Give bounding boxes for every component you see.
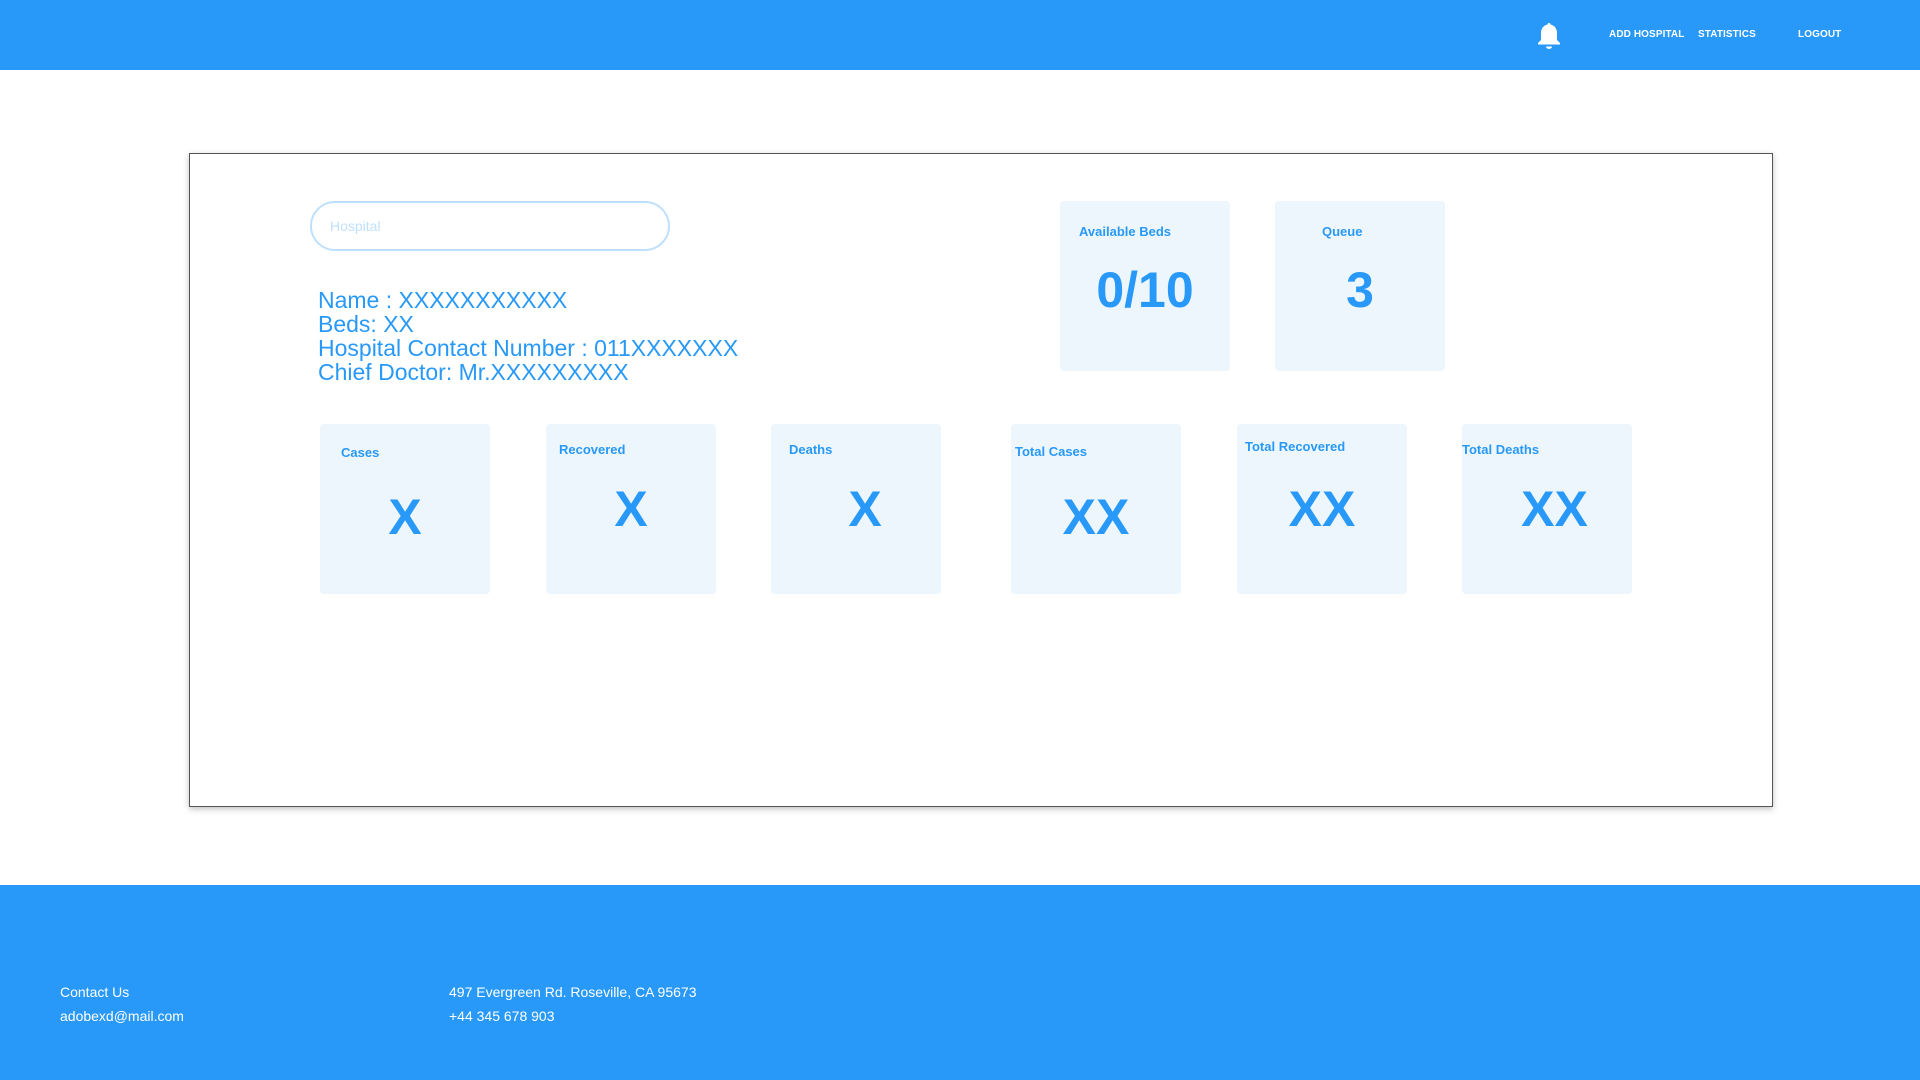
stat-card-recovered: Recovered X (546, 424, 716, 594)
available-beds-card: Available Beds 0/10 (1060, 201, 1230, 371)
stat-value: X (388, 489, 422, 545)
queue-card: Queue 3 (1275, 201, 1445, 371)
nav-logout[interactable]: LOGOUT (1798, 29, 1841, 40)
stat-label: Cases (341, 445, 380, 460)
stat-label: Recovered (559, 442, 626, 457)
available-beds-value: 0/10 (1096, 262, 1194, 318)
nav-statistics[interactable]: STATISTICS (1698, 29, 1756, 40)
contact-phone: +44 345 678 903 (449, 1008, 555, 1024)
hospital-search-input[interactable] (310, 201, 670, 251)
hospital-beds: Beds: XX (318, 311, 414, 337)
stat-value: XX (1062, 489, 1130, 545)
contact-us-label: Contact Us (60, 984, 130, 1000)
stat-card-total-recovered: Total Recovered XX (1237, 424, 1407, 594)
stat-card-deaths: Deaths X (771, 424, 941, 594)
available-beds-label: Available Beds (1079, 224, 1172, 239)
contact-address: 497 Evergreen Rd. Roseville, CA 95673 (449, 984, 697, 1000)
stat-value: XX (1288, 481, 1356, 537)
stat-value: XX (1521, 481, 1588, 537)
chief-doctor: Chief Doctor: Mr.XXXXXXXXX (318, 359, 629, 385)
stat-card-total-deaths: Total Deaths XX (1462, 424, 1632, 594)
hospital-contact: Hospital Contact Number : 011XXXXXXX (318, 335, 739, 361)
top-nav-bar: ADD HOSPITAL STATISTICS LOGOUT (0, 0, 1920, 70)
contact-email[interactable]: adobexd@mail.com (60, 1008, 184, 1024)
stat-label: Total Deaths (1462, 442, 1540, 457)
footer: Contact Us adobexd@mail.com 497 Evergree… (0, 885, 1920, 1080)
stat-card-total-cases: Total Cases XX (1011, 424, 1181, 594)
stat-value: X (614, 481, 648, 537)
hospital-name: Name : XXXXXXXXXXX (318, 287, 568, 313)
stat-card-cases: Cases X (320, 424, 490, 594)
stat-label: Total Recovered (1245, 439, 1346, 454)
queue-label: Queue (1322, 224, 1363, 239)
stat-value: X (848, 481, 882, 537)
stat-label: Deaths (789, 442, 833, 457)
queue-value: 3 (1346, 262, 1374, 318)
stat-label: Total Cases (1015, 444, 1088, 459)
notification-bell-icon[interactable] (1536, 22, 1562, 50)
nav-add-hospital[interactable]: ADD HOSPITAL (1609, 29, 1684, 40)
hospital-info: Name : XXXXXXXXXXX Beds: XX Hospital Con… (318, 288, 738, 384)
